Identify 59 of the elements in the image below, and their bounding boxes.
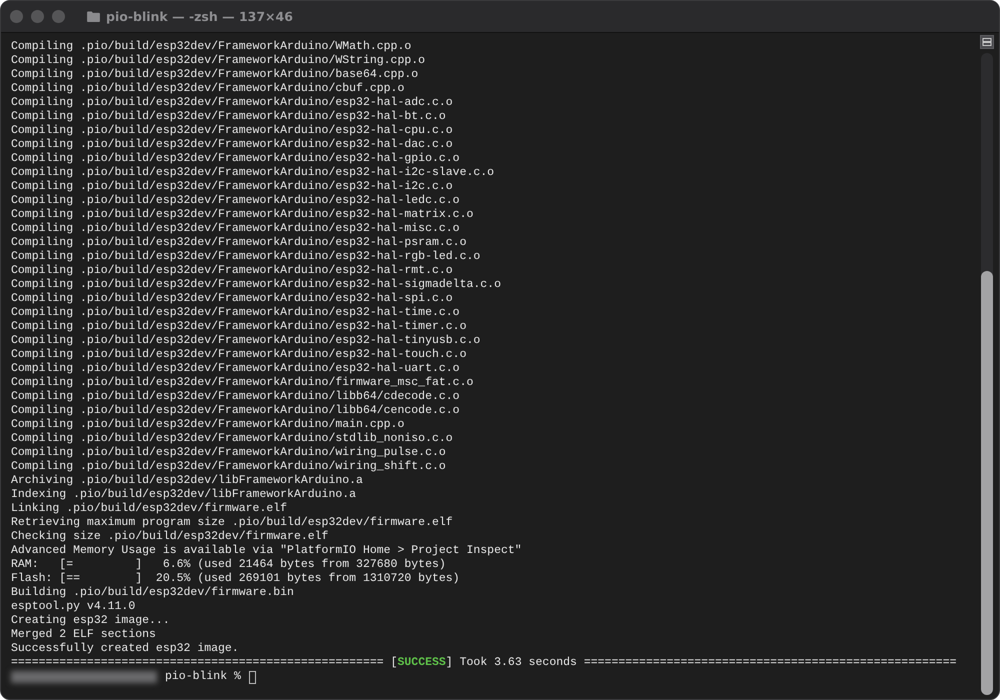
separator-rule: ======================================================: [11, 656, 384, 669]
terminal-line: Compiling .pio/build/esp32dev/FrameworkArduino/WString.cpp.o: [11, 54, 426, 68]
terminal-line: Compiling .pio/build/esp32dev/FrameworkArduino/esp32-hal-time.c.o: [11, 306, 461, 320]
terminal-line: Flash: [== ] 20.5% (used 269101 bytes from 1310720 bytes): [11, 572, 461, 586]
terminal-line: Successfully created esp32 image.: [11, 642, 240, 656]
terminal-line: Compiling .pio/build/esp32dev/FrameworkArduino/esp32-hal-dac.c.o: [11, 138, 454, 152]
terminal-line: Compiling .pio/build/esp32dev/FrameworkArduino/esp32-hal-bt.c.o: [11, 110, 447, 124]
terminal-line: Compiling .pio/build/esp32dev/FrameworkArduino/cbuf.cpp.o: [11, 82, 406, 96]
success-status: SUCCESS: [397, 656, 446, 669]
zoom-button[interactable]: [52, 10, 65, 23]
terminal-line: Compiling .pio/build/esp32dev/FrameworkArduino/esp32-hal-touch.c.o: [11, 348, 468, 362]
terminal-line: Compiling .pio/build/esp32dev/FrameworkArduino/esp32-hal-adc.c.o: [11, 96, 454, 110]
terminal-line: Compiling .pio/build/esp32dev/FrameworkArduino/WMath.cpp.o: [11, 40, 412, 54]
terminal-line: Compiling .pio/build/esp32dev/FrameworkArduino/esp32-hal-rgb-led.c.o: [11, 250, 482, 264]
terminal-line: Compiling .pio/build/esp32dev/FrameworkArduino/libb64/cencode.c.o: [11, 404, 461, 418]
terminal-line: Compiling .pio/build/esp32dev/FrameworkArduino/esp32-hal-matrix.c.o: [11, 208, 474, 222]
window-title: pio-blink — -zsh — 137×46: [106, 9, 293, 24]
terminal-line: Linking .pio/build/esp32dev/firmware.elf: [11, 502, 288, 516]
terminal-line: Compiling .pio/build/esp32dev/FrameworkArduino/wiring_pulse.c.o: [11, 446, 447, 460]
scrollbar-thumb[interactable]: [981, 271, 993, 695]
terminal-line: Merged 2 ELF sections: [11, 628, 157, 642]
terminal-line: Archiving .pio/build/esp32dev/libFrameworkArduino.a: [11, 474, 364, 488]
terminal-line: Compiling .pio/build/esp32dev/FrameworkArduino/esp32-hal-timer.c.o: [11, 320, 468, 334]
separator-rule: ======================================================: [584, 656, 957, 669]
terminal-line: RAM: [= ] 6.6% (used 21464 bytes from 327680 bytes): [11, 558, 447, 572]
terminal-line: Compiling .pio/build/esp32dev/FrameworkArduino/esp32-hal-sigmadelta.c.o: [11, 278, 502, 292]
terminal-line: Compiling .pio/build/esp32dev/FrameworkArduino/main.cpp.o: [11, 418, 406, 432]
elapsed-time: Took 3.63 seconds: [460, 656, 577, 669]
terminal-line: Retrieving maximum program size .pio/build/esp32dev/firmware.elf: [11, 516, 454, 530]
text-cursor: [248, 670, 256, 684]
terminal-line: Compiling .pio/build/esp32dev/FrameworkArduino/esp32-hal-uart.c.o: [11, 362, 461, 376]
terminal-line: Compiling .pio/build/esp32dev/FrameworkArduino/libb64/cdecode.c.o: [11, 390, 461, 404]
terminal-line: Indexing .pio/build/esp32dev/libFrameworkArduino.a: [11, 488, 358, 502]
bracket: ]: [446, 656, 453, 669]
terminal-line: Compiling .pio/build/esp32dev/FrameworkArduino/esp32-hal-tinyusb.c.o: [11, 334, 482, 348]
terminal-line: Compiling .pio/build/esp32dev/FrameworkArduino/firmware_msc_fat.c.o: [11, 376, 474, 390]
folder-icon: [87, 11, 100, 22]
shell-prompt: pio-blink %: [165, 670, 241, 684]
terminal-line: Compiling .pio/build/esp32dev/FrameworkArduino/esp32-hal-i2c-slave.c.o: [11, 166, 496, 180]
close-button[interactable]: [10, 10, 23, 23]
terminal-line: Compiling .pio/build/esp32dev/FrameworkArduino/base64.cpp.o: [11, 68, 420, 82]
terminal-line: Compiling .pio/build/esp32dev/FrameworkArduino/stdlib_noniso.c.o: [11, 432, 454, 446]
terminal-line: Compiling .pio/build/esp32dev/FrameworkArduino/esp32-hal-ledc.c.o: [11, 194, 461, 208]
menu-icon[interactable]: [980, 35, 994, 49]
terminal-line: Compiling .pio/build/esp32dev/FrameworkArduino/esp32-hal-psram.c.o: [11, 236, 468, 250]
terminal-line: Creating esp32 image...: [11, 614, 171, 628]
terminal-line: Compiling .pio/build/esp32dev/FrameworkArduino/esp32-hal-misc.c.o: [11, 222, 461, 236]
terminal-line: Building .pio/build/esp32dev/firmware.bin: [11, 586, 295, 600]
terminal-line: Compiling .pio/build/esp32dev/FrameworkArduino/esp32-hal-spi.c.o: [11, 292, 454, 306]
minimize-button[interactable]: [31, 10, 44, 23]
terminal-line: Checking size .pio/build/esp32dev/firmware.elf: [11, 530, 330, 544]
terminal-line: esptool.py v4.11.0: [11, 600, 136, 614]
terminal-line: Compiling .pio/build/esp32dev/FrameworkArduino/esp32-hal-cpu.c.o: [11, 124, 454, 138]
bracket: [: [390, 656, 398, 669]
terminal-line: Compiling .pio/build/esp32dev/FrameworkArduino/esp32-hal-gpio.c.o: [11, 152, 461, 166]
terminal-line: Advanced Memory Usage is available via "PlatformIO Home > Project Inspect": [11, 544, 523, 558]
terminal-line: Compiling .pio/build/esp32dev/FrameworkArduino/esp32-hal-i2c.c.o: [11, 180, 454, 194]
terminal-line: Compiling .pio/build/esp32dev/FrameworkArduino/wiring_shift.c.o: [11, 460, 447, 474]
terminal-line: Compiling .pio/build/esp32dev/FrameworkArduino/esp32-hal-rmt.c.o: [11, 264, 454, 278]
